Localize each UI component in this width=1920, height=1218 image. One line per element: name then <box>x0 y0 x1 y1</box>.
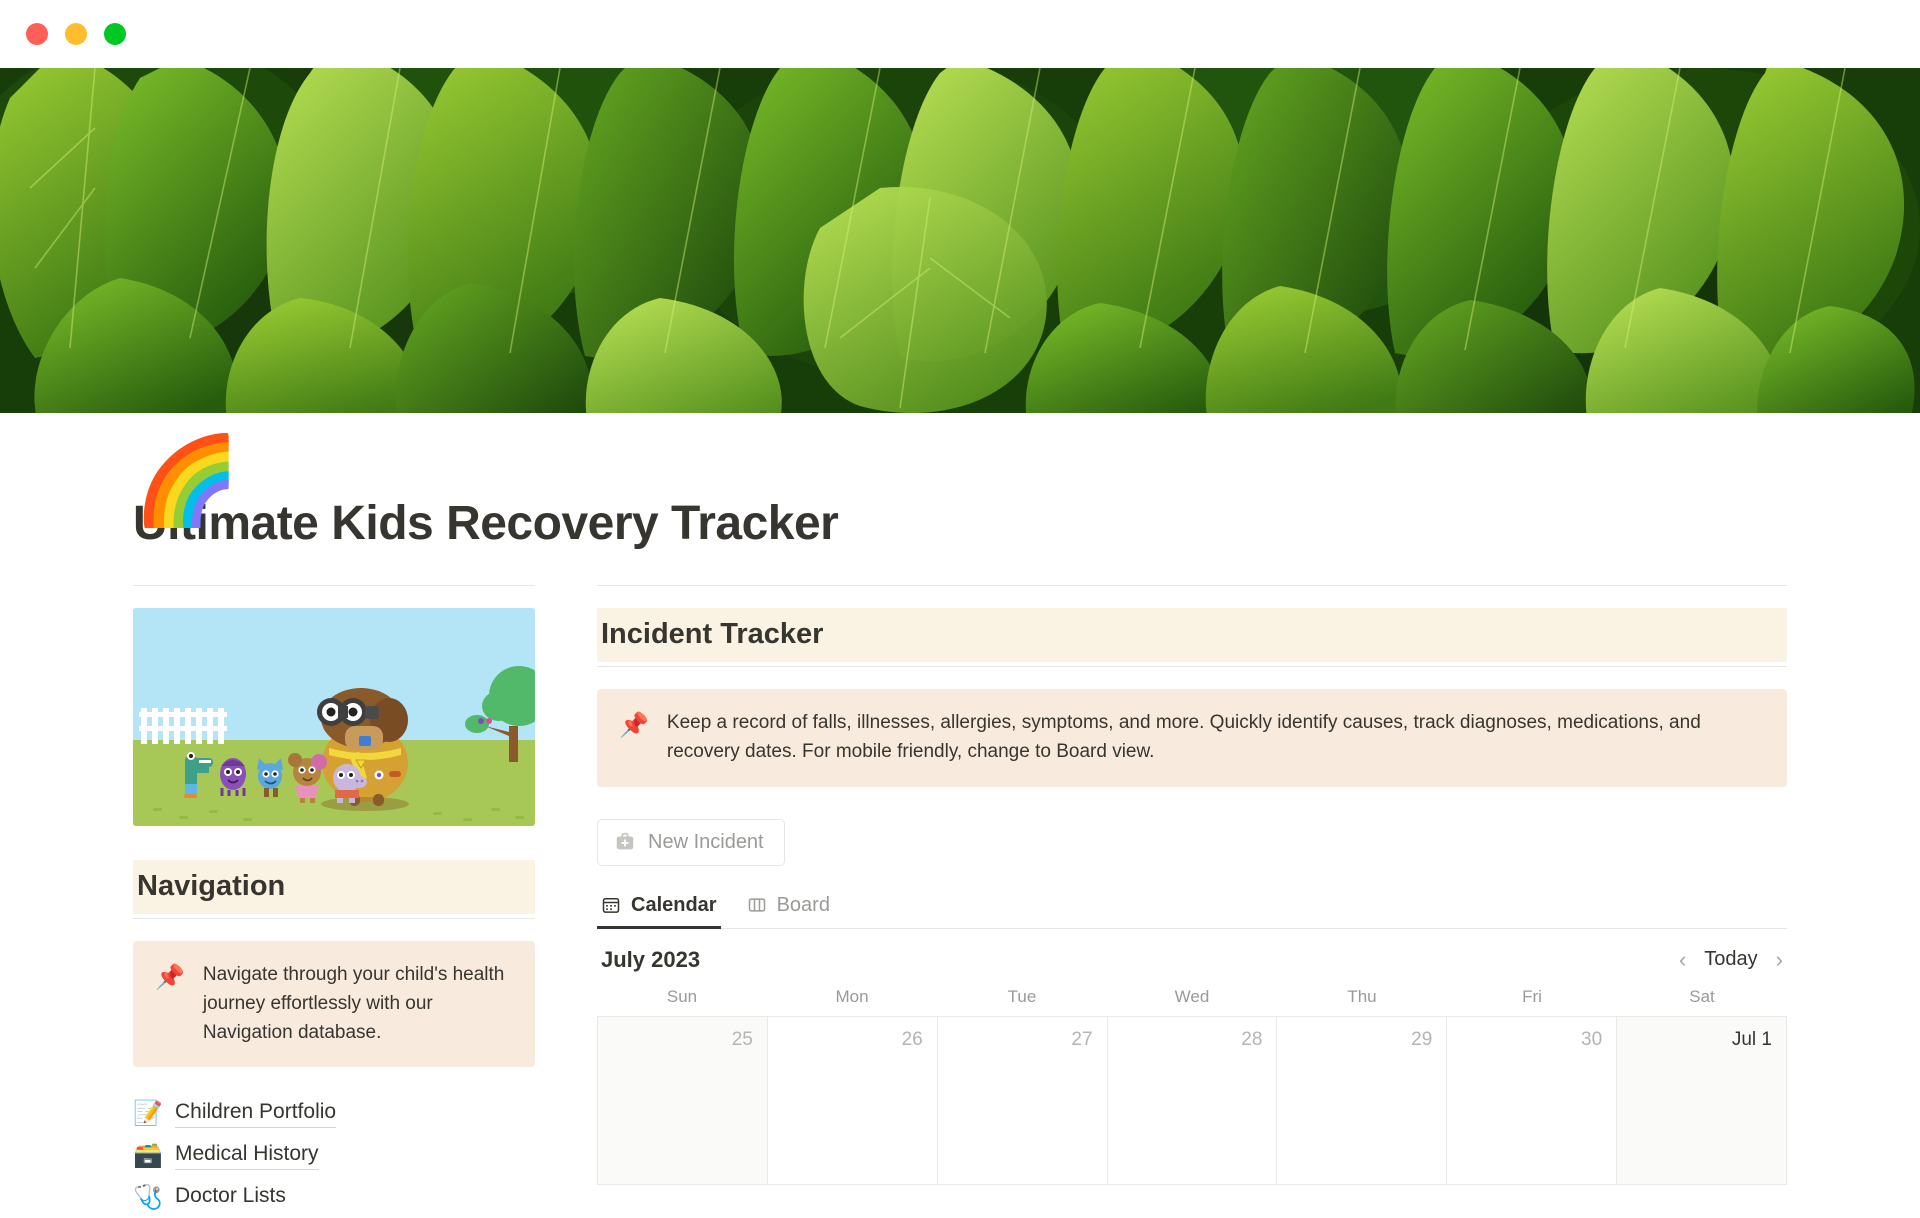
nav-label-medical-history: Medical History <box>175 1142 319 1171</box>
calendar-icon <box>601 895 621 915</box>
today-button[interactable]: Today <box>1704 948 1757 971</box>
close-window-button[interactable] <box>26 23 48 45</box>
nav-item-children-portfolio[interactable]: 📝 Children Portfolio <box>133 1093 535 1135</box>
memo-icon: 📝 <box>133 1100 163 1128</box>
previous-month-button[interactable]: ‹ <box>1679 948 1686 971</box>
day-header-thu: Thu <box>1347 986 1377 1006</box>
pushpin-icon: 📌 <box>619 711 649 739</box>
main-top-divider <box>597 584 1787 586</box>
tab-board[interactable]: Board <box>743 888 834 928</box>
new-incident-label: New Incident <box>648 830 764 853</box>
calendar-grid: 25 26 27 28 29 30 Jul 1 <box>597 1015 1787 1185</box>
calendar-month-label: July 2023 <box>601 946 701 972</box>
card-file-box-icon: 🗃️ <box>133 1142 163 1170</box>
day-header-mon: Mon <box>835 986 869 1006</box>
nav-label-doctor-lists: Doctor Lists <box>175 1184 286 1208</box>
medical-bag-icon <box>614 831 636 853</box>
page-title: Ultimate Kids Recovery Tracker <box>133 497 839 550</box>
calendar-day-headers: Sun Mon Tue Wed Thu Fri Sat <box>597 987 1787 1016</box>
tab-calendar-label: Calendar <box>631 893 717 916</box>
navigation-heading-block: Navigation <box>133 859 535 914</box>
day-header-sat: Sat <box>1689 986 1715 1006</box>
calendar-day-number: 30 <box>1581 1028 1603 1050</box>
calendar-day-number: 27 <box>1071 1028 1093 1050</box>
board-icon <box>747 895 767 915</box>
next-month-button[interactable]: › <box>1776 948 1783 971</box>
navigation-heading-rule <box>133 917 535 919</box>
pushpin-icon: 📌 <box>155 963 185 991</box>
calendar-cell[interactable]: 25 <box>598 1016 768 1185</box>
incident-tracker-heading-rule <box>597 665 1787 667</box>
maximize-window-button[interactable] <box>104 23 126 45</box>
traffic-light-controls <box>26 23 126 45</box>
incident-tracker-heading-block: Incident Tracker <box>597 607 1787 662</box>
navigation-callout: 📌 Navigate through your child's health j… <box>133 940 535 1068</box>
stethoscope-icon: 🩺 <box>133 1183 163 1211</box>
window-title-bar <box>0 0 1920 68</box>
calendar-day-number: 28 <box>1241 1028 1263 1050</box>
calendar-cell[interactable]: 30 <box>1447 1016 1618 1185</box>
calendar-day-number: 29 <box>1411 1028 1433 1050</box>
incident-tracker-callout: 📌 Keep a record of falls, illnesses, all… <box>597 688 1787 787</box>
day-header-sun: Sun <box>666 986 698 1006</box>
calendar-day-number: Jul 1 <box>1731 1028 1772 1050</box>
page-content: 🌈 Ultimate Kids Recovery Tracker Navigat… <box>0 433 1920 1218</box>
two-column-layout: Navigation 📌 Navigate through your child… <box>133 584 1787 1218</box>
calendar-cell[interactable]: Jul 1 <box>1617 1016 1787 1185</box>
day-header-fri: Fri <box>1522 986 1542 1006</box>
sidebar-illustration <box>133 607 535 826</box>
incident-tracker-callout-text: Keep a record of falls, illnesses, aller… <box>666 711 1701 762</box>
calendar-cell[interactable]: 26 <box>767 1016 938 1185</box>
main-column: Incident Tracker 📌 Keep a record of fall… <box>597 584 1787 1218</box>
calendar-cell[interactable]: 28 <box>1107 1016 1278 1185</box>
tab-calendar[interactable]: Calendar <box>597 888 721 929</box>
new-incident-button[interactable]: New Incident <box>597 818 785 866</box>
sidebar-top-divider <box>133 584 535 586</box>
incident-tracker-heading: Incident Tracker <box>601 617 824 650</box>
incident-database-block: New Incident Calendar Board July 2023 ‹ … <box>597 817 1787 1185</box>
view-tabs: Calendar Board <box>597 888 1787 929</box>
calendar-cell[interactable]: 29 <box>1277 1016 1448 1185</box>
rainbow-icon[interactable]: 🌈 <box>133 432 240 530</box>
calendar-toolbar: July 2023 ‹ Today › <box>597 929 1787 987</box>
calendar-day-number: 25 <box>731 1028 753 1050</box>
nav-item-doctor-lists[interactable]: 🩺 Doctor Lists <box>133 1177 535 1218</box>
page-cover-image <box>0 68 1920 413</box>
calendar-cell[interactable]: 27 <box>937 1016 1108 1185</box>
calendar-navigation: ‹ Today › <box>1679 948 1783 971</box>
navigation-link-list: 📝 Children Portfolio 🗃️ Medical History … <box>133 1093 535 1218</box>
navigation-heading: Navigation <box>137 869 286 902</box>
nav-label-children-portfolio: Children Portfolio <box>175 1100 337 1129</box>
calendar-day-number: 26 <box>901 1028 923 1050</box>
navigation-callout-text: Navigate through your child's health jou… <box>202 963 505 1043</box>
day-header-tue: Tue <box>1007 986 1037 1006</box>
minimize-window-button[interactable] <box>65 23 87 45</box>
day-header-wed: Wed <box>1174 986 1210 1006</box>
duggee-park-illustration <box>133 607 535 826</box>
sidebar-column: Navigation 📌 Navigate through your child… <box>133 584 535 1218</box>
ivy-leaves-illustration <box>0 68 1920 413</box>
nav-item-medical-history[interactable]: 🗃️ Medical History <box>133 1135 535 1177</box>
tab-board-label: Board <box>776 893 830 916</box>
